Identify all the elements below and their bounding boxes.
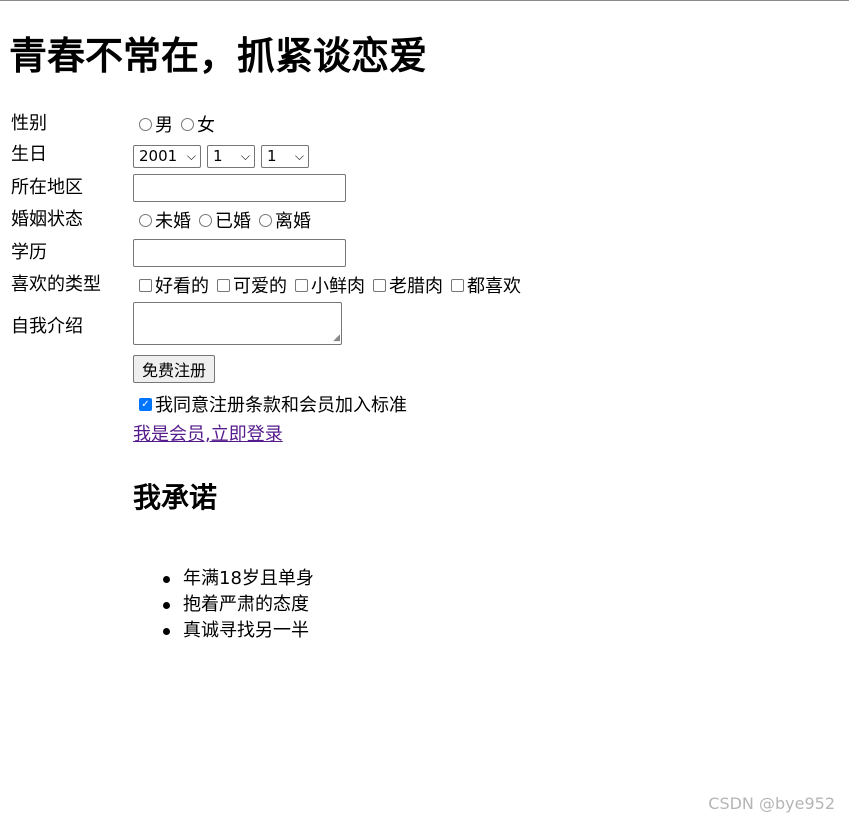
resize-grip-icon[interactable]: ◢: [333, 334, 340, 343]
birth-year-select[interactable]: 2001 ⌵: [133, 144, 201, 168]
marital-option-married[interactable]: 已婚: [193, 207, 251, 233]
pref-checkbox-5[interactable]: [451, 278, 464, 292]
marital-married-label: 已婚: [215, 211, 251, 232]
marital-option-divorced[interactable]: 离婚: [253, 207, 311, 233]
marital-divorced-radio[interactable]: [259, 213, 272, 227]
pref-option-4[interactable]: 老腊肉: [367, 272, 443, 298]
gender-option-female[interactable]: 女: [175, 111, 215, 137]
list-item: 真诚寻找另一半: [163, 618, 314, 644]
top-border: [0, 0, 849, 1]
intro-textarea[interactable]: ◢: [133, 302, 342, 345]
page-title: 青春不常在，抓紧谈恋爱: [9, 34, 428, 78]
marital-group: 未婚 已婚 离婚: [133, 208, 313, 232]
agree-row: ✓ 我同意注册条款和会员加入标准: [133, 392, 407, 416]
chevron-down-icon: ⌵: [294, 148, 304, 163]
education-input[interactable]: [133, 239, 346, 267]
pref-label-1: 好看的: [155, 276, 209, 297]
pref-label-3: 小鲜肉: [311, 276, 365, 297]
region-field-wrap: [133, 174, 346, 202]
birth-month-value: 1: [213, 147, 223, 165]
submit-wrap: 免费注册: [133, 355, 216, 383]
login-link[interactable]: 我是会员,立即登录: [133, 420, 283, 446]
pref-checkbox-3[interactable]: [295, 278, 308, 292]
list-item: 抱着严肃的态度: [163, 592, 314, 618]
agree-label: 我同意注册条款和会员加入标准: [155, 395, 407, 416]
pref-option-2[interactable]: 可爱的: [211, 272, 287, 298]
marital-married-radio[interactable]: [199, 213, 212, 227]
education-label: 学历: [11, 242, 47, 263]
pref-checkbox-2[interactable]: [217, 278, 230, 292]
preference-label: 喜欢的类型: [11, 274, 101, 295]
promise-list: 年满18岁且单身 抱着严肃的态度 真诚寻找另一半: [163, 566, 314, 644]
marital-divorced-label: 离婚: [275, 211, 311, 232]
login-row: 我是会员,立即登录: [133, 421, 283, 445]
chevron-down-icon: ⌵: [240, 148, 250, 163]
chevron-down-icon: ⌵: [186, 148, 196, 163]
gender-male-label: 男: [155, 115, 173, 136]
pref-checkbox-1[interactable]: [139, 278, 152, 292]
pref-label-5: 都喜欢: [467, 276, 521, 297]
pref-label-2: 可爱的: [233, 276, 287, 297]
birthday-group: 2001 ⌵ 1 ⌵ 1 ⌵: [133, 144, 315, 168]
marital-label: 婚姻状态: [11, 209, 83, 230]
list-item: 年满18岁且单身: [163, 566, 314, 592]
pref-option-5[interactable]: 都喜欢: [445, 272, 521, 298]
marital-single-label: 未婚: [155, 211, 191, 232]
birthday-label: 生日: [11, 144, 47, 165]
promise-heading: 我承诺: [133, 481, 218, 514]
region-label: 所在地区: [11, 177, 83, 198]
pref-option-1[interactable]: 好看的: [133, 272, 209, 298]
pref-checkbox-4[interactable]: [373, 278, 386, 292]
watermark: CSDN @bye952: [708, 794, 835, 813]
gender-option-male[interactable]: 男: [133, 111, 173, 137]
gender-female-radio[interactable]: [181, 117, 194, 131]
birth-year-value: 2001: [139, 147, 178, 165]
marital-single-radio[interactable]: [139, 213, 152, 227]
pref-label-4: 老腊肉: [389, 276, 443, 297]
birth-month-select[interactable]: 1 ⌵: [207, 144, 255, 168]
birth-day-select[interactable]: 1 ⌵: [261, 144, 309, 168]
agree-checkbox[interactable]: ✓: [139, 397, 152, 411]
preference-group: 好看的 可爱的 小鲜肉 老腊肉 都喜欢: [133, 273, 523, 297]
gender-group: 男 女: [133, 112, 217, 136]
intro-field-wrap: ◢: [133, 302, 342, 345]
birth-day-value: 1: [267, 147, 277, 165]
register-button[interactable]: 免费注册: [133, 355, 216, 383]
gender-label: 性别: [11, 113, 47, 134]
marital-option-single[interactable]: 未婚: [133, 207, 191, 233]
education-field-wrap: [133, 239, 346, 267]
region-input[interactable]: [133, 174, 346, 202]
pref-option-3[interactable]: 小鲜肉: [289, 272, 365, 298]
gender-female-label: 女: [197, 115, 215, 136]
gender-male-radio[interactable]: [139, 117, 152, 131]
intro-label: 自我介绍: [11, 316, 83, 337]
